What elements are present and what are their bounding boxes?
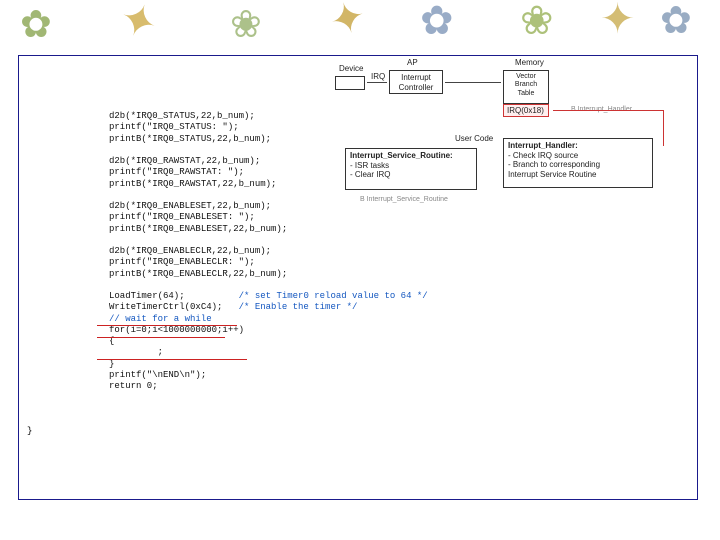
decorative-banner: ✿ ✦ ❀ ✦ ✿ ❀ ✦ ✿ — [0, 0, 720, 50]
irq-vector: IRQ(0x18) — [503, 104, 549, 117]
box-controller: Interrupt Controller — [389, 70, 443, 94]
box-vbt: Vector Branch Table — [503, 70, 549, 104]
handler-line: - Check IRQ source — [508, 151, 648, 161]
code-listing: d2b(*IRQ0_STATUS,22,b_num); printf("IRQ0… — [109, 111, 429, 392]
underline — [97, 325, 237, 326]
slide-frame: Device IRQ AP Interrupt Controller Memor… — [18, 55, 698, 500]
box-handler: Interrupt_Handler: - Check IRQ source - … — [503, 138, 653, 188]
underline — [97, 359, 247, 360]
handler-line: Interrupt Service Routine — [508, 170, 648, 180]
handler-title: Interrupt_Handler: — [508, 141, 648, 151]
handler-line: - Branch to corresponding — [508, 160, 648, 170]
arrow — [445, 82, 501, 83]
closing-brace: } — [27, 426, 32, 436]
label-memory: Memory — [515, 58, 544, 67]
label-usercode: User Code — [455, 134, 493, 143]
connector — [663, 110, 664, 146]
underline — [97, 337, 225, 338]
label-irq: IRQ — [371, 72, 385, 81]
arrow — [367, 82, 387, 83]
connector — [553, 110, 663, 111]
label-ap: AP — [407, 58, 418, 67]
box-device — [335, 76, 365, 90]
label-device: Device — [339, 64, 363, 73]
